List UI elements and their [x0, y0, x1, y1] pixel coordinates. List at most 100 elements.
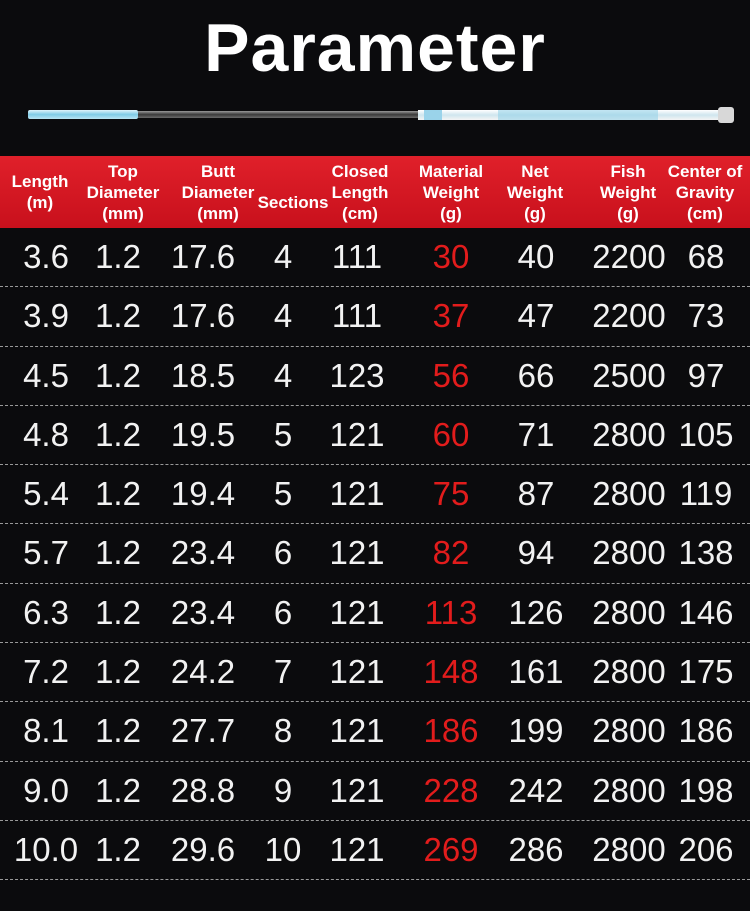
table-cell: 2800 [592, 415, 666, 453]
table-cell: 148 [423, 653, 479, 691]
table-row: 6.3 1.2 23.4 6 121 113 126 2800 146 [0, 584, 750, 644]
table-row: 9.0 1.2 28.8 9 121 228 242 2800 198 [0, 762, 750, 821]
table-cell: 6 [273, 593, 293, 631]
table-cell: 17.6 [170, 297, 236, 335]
table-cell: 2800 [592, 534, 666, 572]
header-net-weight: Net Weight (g) [506, 161, 564, 223]
table-cell: 6 [273, 534, 293, 572]
table-cell: 7.2 [23, 653, 69, 691]
table-cell: 121 [329, 415, 385, 453]
table-cell: 4.5 [23, 356, 69, 394]
table-cell: 5 [273, 475, 293, 513]
table-cell: 17.6 [170, 238, 236, 275]
table-cell: 23.4 [170, 593, 236, 631]
table-header: Length (m) Top Diameter (mm) Butt Diameter (m… [0, 156, 750, 228]
table-row: 8.1 1.2 27.7 8 121 186 199 2800 186 [0, 702, 750, 762]
table-cell: 68 [687, 238, 725, 275]
table-cell: 186 [423, 712, 479, 750]
table-cell: 1.2 [95, 415, 141, 453]
table-cell: 4.8 [23, 415, 69, 453]
table-row: 3.9 1.2 17.6 4 111 37 47 2200 73 [0, 287, 750, 347]
table-cell: 19.5 [170, 415, 236, 453]
table-row: 4.5 1.2 18.5 4 123 56 66 2500 97 [0, 347, 750, 406]
table-cell: 4 [273, 356, 293, 394]
table-cell: 1.2 [95, 534, 141, 572]
table-cell: 1.2 [95, 653, 141, 691]
table-cell: 94 [517, 534, 555, 572]
table-cell: 199 [508, 712, 564, 750]
table-cell: 1.2 [95, 475, 141, 513]
table-cell: 87 [517, 475, 555, 513]
table-cell: 2800 [592, 830, 666, 868]
header-top-diameter: Top Diameter (mm) [86, 161, 160, 223]
table-cell: 5 [273, 415, 293, 453]
table-cell: 111 [331, 297, 383, 335]
table-row: 4.8 1.2 19.5 5 121 60 71 2800 105 [0, 406, 750, 466]
table-cell: 111 [331, 238, 383, 275]
table-cell: 10.0 [13, 830, 79, 868]
table-cell: 242 [508, 771, 564, 809]
table-row: 5.4 1.2 19.4 5 121 75 87 2800 119 [0, 465, 750, 525]
table-cell: 2500 [592, 356, 666, 394]
table-cell: 2800 [592, 771, 666, 809]
table-cell: 113 [424, 593, 478, 631]
table-cell: 29.6 [170, 830, 236, 868]
fishing-rod-image [28, 107, 734, 123]
table-cell: 161 [508, 653, 564, 691]
table-cell: 1.2 [95, 238, 141, 275]
table-cell: 121 [329, 771, 385, 809]
table-cell: 146 [678, 593, 734, 631]
table-cell: 28.8 [170, 771, 236, 809]
table-cell: 228 [423, 771, 479, 809]
table-cell: 1.2 [95, 297, 141, 335]
table-cell: 126 [508, 593, 564, 631]
table-cell: 23.4 [170, 534, 236, 572]
table-cell: 7 [273, 653, 293, 691]
table-cell: 60 [432, 415, 470, 453]
header-center-of-gravity: Center of Gravity (cm) [667, 161, 743, 223]
table-row: 5.7 1.2 23.4 6 121 82 94 2800 138 [0, 524, 750, 584]
table-cell: 2800 [592, 475, 666, 513]
table-cell: 2800 [592, 593, 666, 631]
table-cell: 9 [273, 771, 293, 809]
table-cell: 24.2 [170, 653, 236, 691]
table-cell: 10 [264, 830, 302, 868]
table-cell: 121 [329, 653, 385, 691]
table-cell: 37 [432, 297, 470, 335]
table-cell: 82 [432, 534, 470, 572]
table-cell: 198 [678, 771, 734, 809]
header-material-weight: Material Weight (g) [418, 161, 484, 223]
table-cell: 1.2 [95, 593, 141, 631]
table-cell: 9.0 [23, 771, 69, 809]
header-fish-weight: Fish Weight (g) [599, 161, 657, 223]
table-cell: 6.3 [23, 593, 69, 631]
table-cell: 138 [678, 534, 734, 572]
table-cell: 121 [329, 475, 385, 513]
table-cell: 56 [432, 356, 470, 394]
table-body: 3.6 1.2 17.6 4 111 30 40 2200 68 3.9 1.2 17.6 4 111 37… [0, 228, 750, 881]
table-cell: 121 [329, 712, 385, 750]
table-cell: 3.9 [23, 297, 69, 335]
table-cell: 1.2 [95, 830, 141, 868]
header-butt-diameter: Butt Diameter (mm) [181, 161, 255, 223]
table-cell: 121 [329, 534, 385, 572]
table-cell: 4 [273, 238, 293, 275]
table-cell: 186 [678, 712, 734, 750]
table-cell: 18.5 [170, 356, 236, 394]
table-cell: 2200 [592, 238, 666, 275]
table-cell: 73 [687, 297, 725, 335]
table-cell: 2800 [592, 712, 666, 750]
table-cell: 30 [432, 238, 470, 275]
table-cell: 75 [432, 475, 470, 513]
table-cell: 27.7 [170, 712, 236, 750]
page-title: Parameter [204, 10, 546, 86]
table-cell: 123 [329, 356, 385, 394]
table-cell: 2800 [592, 653, 666, 691]
table-cell: 19.4 [170, 475, 236, 513]
table-cell: 1.2 [95, 771, 141, 809]
table-cell: 121 [329, 593, 385, 631]
table-cell: 8 [273, 712, 293, 750]
table-cell: 47 [517, 297, 555, 335]
table-cell: 269 [423, 830, 479, 868]
table-cell: 206 [678, 830, 734, 868]
